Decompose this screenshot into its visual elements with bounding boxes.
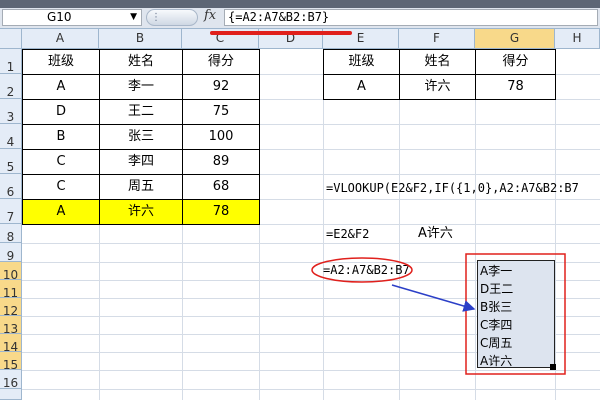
concat-result-text[interactable]: A许六: [418, 226, 453, 244]
array-result-item[interactable]: A李一: [480, 262, 512, 279]
cell-c6[interactable]: 68: [182, 174, 260, 200]
cell-g1[interactable]: 得分: [475, 49, 556, 75]
col-header-e[interactable]: E: [323, 29, 399, 49]
row-header-2[interactable]: 2: [0, 74, 22, 99]
cell-a6[interactable]: C: [22, 174, 100, 200]
concat-formula-text[interactable]: =E2&F2: [326, 226, 369, 244]
array-result-item[interactable]: B张三: [480, 298, 512, 315]
spreadsheet-window: { "formula_bar": { "name_box": "G10", "f…: [0, 0, 600, 400]
col-header-d[interactable]: D: [259, 29, 323, 49]
cell-a1[interactable]: 班级: [22, 49, 100, 75]
gridline: [22, 370, 600, 371]
cell-a4[interactable]: B: [22, 124, 100, 150]
cell-e2[interactable]: A: [323, 74, 400, 100]
cell-g2[interactable]: 78: [475, 74, 556, 100]
cell-a2[interactable]: A: [22, 74, 100, 100]
cell-b3[interactable]: 王二: [99, 99, 183, 125]
col-header-b[interactable]: B: [99, 29, 182, 49]
cell-a5[interactable]: C: [22, 149, 100, 175]
gridline: [22, 243, 600, 244]
row-header-8[interactable]: 8: [0, 224, 22, 244]
cell-c5[interactable]: 89: [182, 149, 260, 175]
gridline: [22, 389, 600, 390]
row-header-4[interactable]: 4: [0, 124, 22, 149]
name-box-value: G10: [47, 10, 72, 24]
chevron-down-icon[interactable]: ▼: [130, 10, 137, 25]
array-result-item[interactable]: D王二: [480, 280, 513, 297]
row-header-15[interactable]: 15: [0, 352, 22, 372]
row-header-13[interactable]: 13: [0, 316, 22, 336]
formula-input[interactable]: {=A2:A7&B2:B7}: [224, 9, 598, 26]
row-header-7[interactable]: 7: [0, 199, 22, 224]
row-header-10[interactable]: 10: [0, 262, 22, 282]
col-header-h[interactable]: H: [555, 29, 600, 49]
cell-c1[interactable]: 得分: [182, 49, 260, 75]
array-result-item[interactable]: A许六: [480, 352, 512, 369]
cell-b1[interactable]: 姓名: [99, 49, 183, 75]
array-result-selection[interactable]: A李一 D王二 B张三 C李四 C周五 A许六: [477, 260, 555, 368]
cell-c4[interactable]: 100: [182, 124, 260, 150]
cell-b2[interactable]: 李一: [99, 74, 183, 100]
array-result-item[interactable]: C周五: [480, 334, 512, 351]
row-header-17[interactable]: [0, 389, 22, 400]
formula-text: {=A2:A7&B2:B7}: [228, 10, 330, 24]
cell-b5[interactable]: 李四: [99, 149, 183, 175]
cell-e1[interactable]: 班级: [323, 49, 400, 75]
col-header-a[interactable]: A: [22, 29, 99, 49]
name-box[interactable]: G10 ▼: [2, 9, 142, 26]
fill-handle[interactable]: [550, 364, 556, 370]
row-header-11[interactable]: 11: [0, 280, 22, 300]
row-header-5[interactable]: 5: [0, 149, 22, 174]
blue-arrow-annotation: [391, 284, 476, 312]
cell-c2[interactable]: 92: [182, 74, 260, 100]
insert-function-icon[interactable]: fx: [204, 8, 216, 23]
array-formula-text[interactable]: =A2:A7&B2:B7: [323, 262, 410, 280]
cell-c3[interactable]: 75: [182, 99, 260, 125]
select-all-corner[interactable]: [0, 29, 22, 49]
cell-b6[interactable]: 周五: [99, 174, 183, 200]
col-header-g[interactable]: G: [475, 29, 555, 49]
formula-bar: G10 ▼ ⋮ fx {=A2:A7&B2:B7}: [0, 8, 600, 29]
col-header-f[interactable]: F: [399, 29, 475, 49]
row-header-1[interactable]: 1: [0, 49, 22, 74]
row-header-3[interactable]: 3: [0, 99, 22, 124]
col-header-c[interactable]: C: [182, 29, 259, 49]
row-header-14[interactable]: 14: [0, 334, 22, 354]
cell-f1[interactable]: 姓名: [399, 49, 476, 75]
vlookup-formula-text[interactable]: =VLOOKUP(E2&F2,IF({1,0},A2:A7&B2:B7: [326, 179, 600, 199]
array-result-item[interactable]: C李四: [480, 316, 512, 333]
cell-b4[interactable]: 张三: [99, 124, 183, 150]
cell-a3[interactable]: D: [22, 99, 100, 125]
cell-f2[interactable]: 许六: [399, 74, 476, 100]
row-header-12[interactable]: 12: [0, 298, 22, 318]
cell-a7[interactable]: A: [22, 199, 100, 225]
formula-bar-splitter[interactable]: ⋮: [146, 9, 198, 26]
window-top-strip: [0, 0, 600, 8]
cell-c7[interactable]: 78: [182, 199, 260, 225]
grip-icon: ⋮: [151, 12, 161, 23]
row-header-9[interactable]: 9: [0, 243, 22, 263]
row-header-6[interactable]: 6: [0, 174, 22, 199]
cell-b7[interactable]: 许六: [99, 199, 183, 225]
row-header-16[interactable]: 16: [0, 370, 22, 390]
